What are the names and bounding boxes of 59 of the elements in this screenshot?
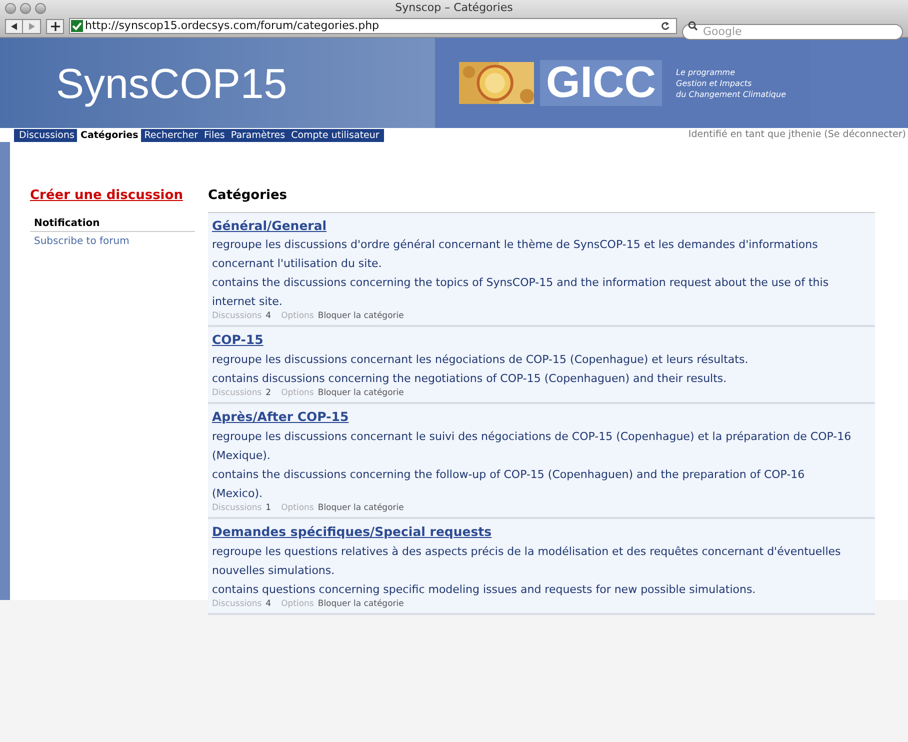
create-discussion-link[interactable]: Créer une discussion (30, 186, 200, 206)
block-category-link[interactable]: Bloquer la catégorie (318, 502, 404, 514)
logo-caption: du Changement Climatique (676, 88, 786, 100)
plus-icon (50, 22, 60, 30)
discussions-count: 4 (266, 311, 272, 322)
nav-tab[interactable]: Rechercher (141, 128, 202, 142)
options-label: Options (281, 311, 314, 322)
left-triangle-icon (11, 22, 17, 30)
discussions-label: Discussions (212, 502, 262, 514)
section-title: Notification (30, 216, 195, 232)
user-status: Identifié en tant que jthenie (Se déconnecter) (688, 128, 906, 142)
discussions-label: Discussions (212, 311, 262, 322)
reload-icon[interactable] (661, 21, 670, 31)
search-icon (688, 21, 698, 31)
category-description: regroupe les discussions concernant les négociations de COP-15 (Copenhague) et leurs résultats. (212, 352, 750, 368)
subscribe-link[interactable]: Subscribe to forum (30, 234, 200, 248)
options-label: Options (281, 502, 314, 514)
logo-caption: Gestion et Impacts (676, 78, 753, 88)
category-link[interactable]: Général/General (212, 216, 871, 236)
nav-tab[interactable]: Catégories (77, 128, 142, 142)
logo-text: GICC (540, 60, 662, 106)
discussions-label: Discussions (212, 388, 262, 399)
category-description: contains questions concerning specific modeling issues and requests for new possible simulations. (212, 582, 757, 598)
window-control-icon[interactable] (35, 3, 46, 14)
discussions-label: Discussions (212, 598, 262, 610)
address-field[interactable]: http://synscop15.ordecsys.com/forum/categories.php (69, 18, 677, 34)
add-bookmark-button[interactable] (46, 18, 64, 34)
site-icon (71, 20, 83, 32)
discussions-count: 4 (266, 598, 272, 610)
category-description: contains the discussions concerning the topics of SynsCOP-15 and the information request about the use of this internet site. (212, 275, 830, 310)
window-title: Synscop – Catégories (395, 0, 513, 16)
back-button[interactable] (5, 18, 23, 34)
window-control-icon[interactable] (5, 3, 16, 14)
category-description: regroupe les questions relatives à des aspects précis de la modélisation et des requêtes concernant d'éventuelles nouvelles simulations. (212, 544, 842, 578)
window-control-icon[interactable] (20, 3, 31, 14)
logo-caption: Le programme (676, 66, 736, 78)
block-category-link[interactable]: Bloquer la catégorie (318, 388, 404, 399)
block-category-link[interactable]: Bloquer la catégorie (318, 598, 404, 610)
category-description: regroupe les discussions concernant le suivi des négociations de COP-15 (Copenhague) et la préparation de COP-16 (Mexique). (212, 428, 852, 464)
nav-tab[interactable]: Files (201, 128, 228, 142)
site-title: SynsCOP15 (56, 58, 288, 109)
url-text: http://synscop15.ordecsys.com/forum/categories.php (85, 18, 380, 34)
right-triangle-icon (28, 22, 34, 30)
category-description: regroupe les discussions d'ordre général concernant le thème de SynsCOP-15 et les demandes d'informations concernant l'utilisation du site. (212, 237, 819, 272)
category-description: contains the discussions concerning the follow-up of COP-15 (Copenhaguen) and the preparation of COP-16 (Mexico). (212, 466, 806, 502)
category-link[interactable]: Demandes spécifiques/Special requests (212, 522, 871, 542)
block-category-link[interactable]: Bloquer la catégorie (318, 311, 404, 322)
options-label: Options (281, 388, 314, 399)
page-heading: Catégories (208, 187, 288, 205)
search-field[interactable]: Google (682, 24, 903, 40)
discussions-count: 2 (266, 388, 272, 399)
nav-tab[interactable]: Compte utilisateur (288, 128, 382, 142)
nav-tab[interactable]: Paramètres (228, 128, 288, 142)
category-description: contains discussions concerning the negotiations of COP-15 (Copenhaguen) and their results. (212, 371, 728, 387)
category-link[interactable]: Après/After COP-15 (212, 408, 871, 427)
discussions-count: 1 (266, 502, 272, 514)
nav-tab[interactable]: Discussions (16, 128, 78, 142)
category-link[interactable]: COP-15 (212, 331, 871, 350)
options-label: Options (281, 598, 314, 610)
